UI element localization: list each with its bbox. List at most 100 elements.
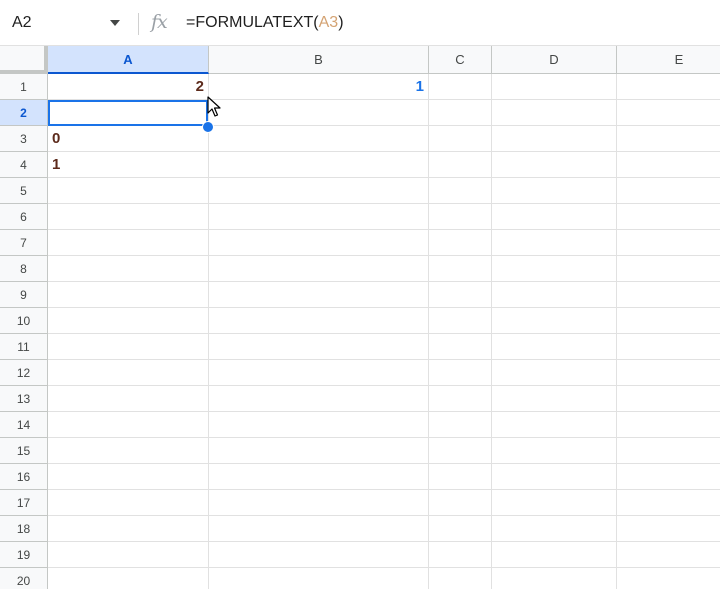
row-header-13[interactable]: 13 — [0, 386, 48, 412]
cell-a20[interactable] — [48, 568, 209, 589]
row-header-16[interactable]: 16 — [0, 464, 48, 490]
cell-c12[interactable] — [429, 360, 492, 386]
cell-b16[interactable] — [209, 464, 429, 490]
select-all-corner[interactable] — [0, 46, 48, 74]
cell-e11[interactable] — [617, 334, 720, 360]
cell-c10[interactable] — [429, 308, 492, 334]
cell-d17[interactable] — [492, 490, 617, 516]
cell-e1[interactable] — [617, 74, 720, 100]
row-header-8[interactable]: 8 — [0, 256, 48, 282]
cell-b11[interactable] — [209, 334, 429, 360]
cell-d3[interactable] — [492, 126, 617, 152]
formula-input[interactable]: =FORMULATEXT(A3) — [186, 14, 344, 32]
cell-d14[interactable] — [492, 412, 617, 438]
cell-b12[interactable] — [209, 360, 429, 386]
cell-a4[interactable]: 1 — [48, 152, 209, 178]
row-header-9[interactable]: 9 — [0, 282, 48, 308]
fill-handle-icon[interactable] — [202, 121, 214, 133]
cell-b13[interactable] — [209, 386, 429, 412]
cell-e16[interactable] — [617, 464, 720, 490]
row-header-20[interactable]: 20 — [0, 568, 48, 589]
cell-a15[interactable] — [48, 438, 209, 464]
cell-c11[interactable] — [429, 334, 492, 360]
cell-b18[interactable] — [209, 516, 429, 542]
cell-d9[interactable] — [492, 282, 617, 308]
cell-d13[interactable] — [492, 386, 617, 412]
cell-b9[interactable] — [209, 282, 429, 308]
cell-e8[interactable] — [617, 256, 720, 282]
cell-e10[interactable] — [617, 308, 720, 334]
cell-a18[interactable] — [48, 516, 209, 542]
row-header-5[interactable]: 5 — [0, 178, 48, 204]
cell-d20[interactable] — [492, 568, 617, 589]
cell-d4[interactable] — [492, 152, 617, 178]
cell-a14[interactable] — [48, 412, 209, 438]
row-header-11[interactable]: 11 — [0, 334, 48, 360]
cell-a19[interactable] — [48, 542, 209, 568]
cell-a11[interactable] — [48, 334, 209, 360]
cell-c20[interactable] — [429, 568, 492, 589]
cell-b3[interactable] — [209, 126, 429, 152]
cell-b20[interactable] — [209, 568, 429, 589]
row-header-1[interactable]: 1 — [0, 74, 48, 100]
column-header-d[interactable]: D — [492, 46, 617, 74]
cell-a3[interactable]: 0 — [48, 126, 209, 152]
cell-b5[interactable] — [209, 178, 429, 204]
row-header-2[interactable]: 2 — [0, 100, 48, 126]
cell-b4[interactable] — [209, 152, 429, 178]
cell-e14[interactable] — [617, 412, 720, 438]
cell-d7[interactable] — [492, 230, 617, 256]
cell-d6[interactable] — [492, 204, 617, 230]
row-header-7[interactable]: 7 — [0, 230, 48, 256]
cell-d8[interactable] — [492, 256, 617, 282]
cell-c4[interactable] — [429, 152, 492, 178]
cell-b14[interactable] — [209, 412, 429, 438]
cell-e2[interactable] — [617, 100, 720, 126]
cell-c13[interactable] — [429, 386, 492, 412]
cell-d10[interactable] — [492, 308, 617, 334]
row-header-15[interactable]: 15 — [0, 438, 48, 464]
row-header-18[interactable]: 18 — [0, 516, 48, 542]
cell-c5[interactable] — [429, 178, 492, 204]
column-header-a[interactable]: A — [48, 46, 209, 74]
cell-e7[interactable] — [617, 230, 720, 256]
cell-a7[interactable] — [48, 230, 209, 256]
cell-b15[interactable] — [209, 438, 429, 464]
cell-d19[interactable] — [492, 542, 617, 568]
cell-e17[interactable] — [617, 490, 720, 516]
cell-c2[interactable] — [429, 100, 492, 126]
cell-b1[interactable]: 1 — [209, 74, 429, 100]
row-header-19[interactable]: 19 — [0, 542, 48, 568]
cell-d1[interactable] — [492, 74, 617, 100]
cell-e12[interactable] — [617, 360, 720, 386]
row-header-4[interactable]: 4 — [0, 152, 48, 178]
cell-c17[interactable] — [429, 490, 492, 516]
cell-d15[interactable] — [492, 438, 617, 464]
cell-d18[interactable] — [492, 516, 617, 542]
column-header-e[interactable]: E — [617, 46, 720, 74]
cell-e6[interactable] — [617, 204, 720, 230]
cell-a8[interactable] — [48, 256, 209, 282]
cell-a6[interactable] — [48, 204, 209, 230]
cell-a10[interactable] — [48, 308, 209, 334]
cell-b6[interactable] — [209, 204, 429, 230]
cell-e15[interactable] — [617, 438, 720, 464]
cell-c15[interactable] — [429, 438, 492, 464]
cell-b19[interactable] — [209, 542, 429, 568]
cell-a9[interactable] — [48, 282, 209, 308]
cell-a16[interactable] — [48, 464, 209, 490]
cell-d5[interactable] — [492, 178, 617, 204]
cell-b2[interactable] — [209, 100, 429, 126]
row-header-6[interactable]: 6 — [0, 204, 48, 230]
column-header-c[interactable]: C — [429, 46, 492, 74]
cell-e3[interactable] — [617, 126, 720, 152]
cell-a1[interactable]: 2 — [48, 74, 209, 100]
row-header-12[interactable]: 12 — [0, 360, 48, 386]
cell-d16[interactable] — [492, 464, 617, 490]
row-header-3[interactable]: 3 — [0, 126, 48, 152]
cell-c9[interactable] — [429, 282, 492, 308]
cell-a17[interactable] — [48, 490, 209, 516]
cell-c14[interactable] — [429, 412, 492, 438]
cell-d11[interactable] — [492, 334, 617, 360]
cell-c1[interactable] — [429, 74, 492, 100]
